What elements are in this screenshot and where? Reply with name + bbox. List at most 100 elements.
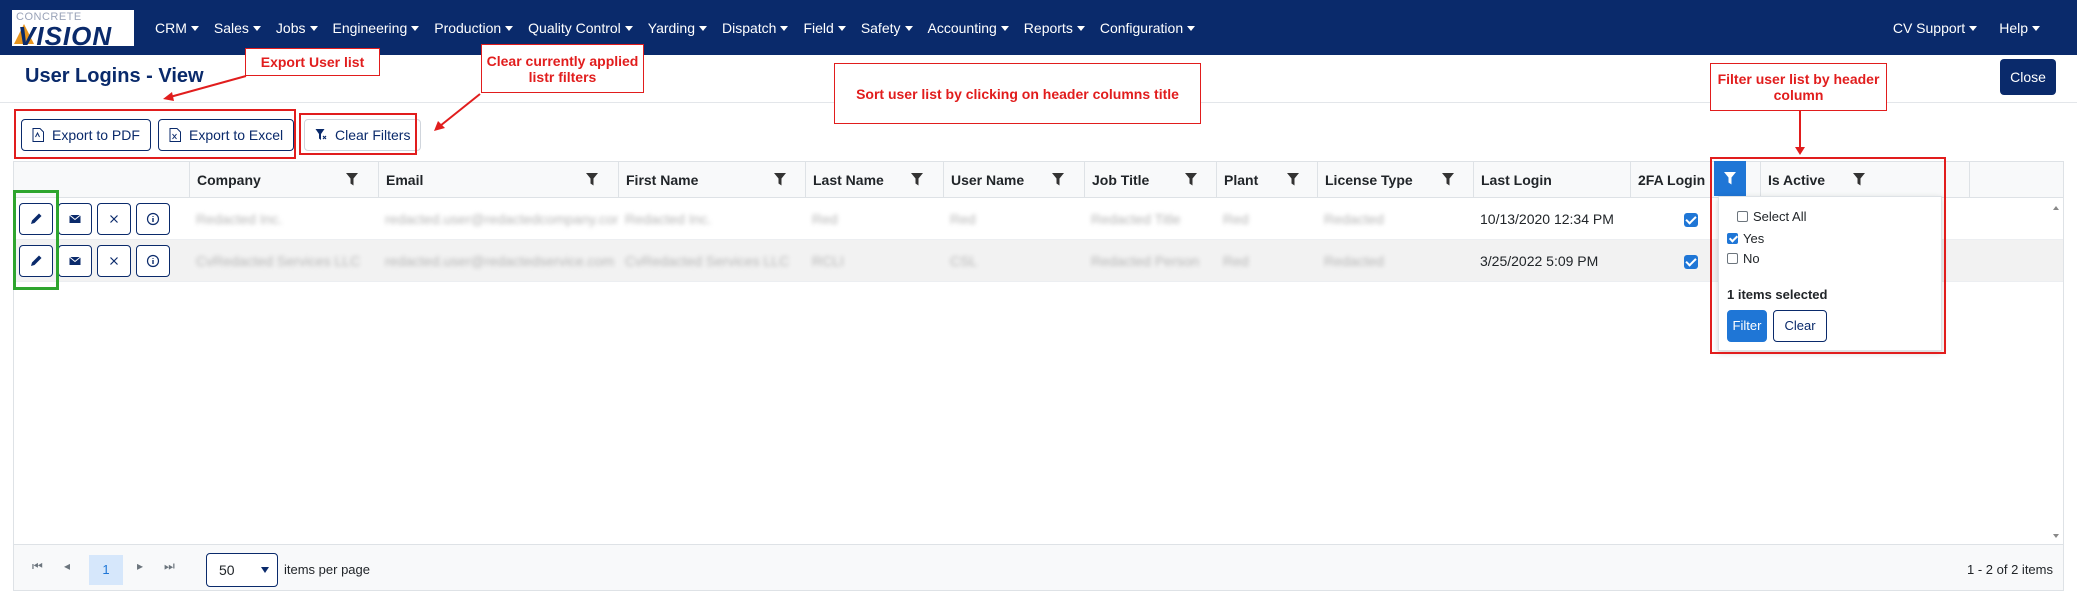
export-arrowhead	[163, 92, 174, 101]
filter-icon[interactable]	[1287, 173, 1299, 186]
nav-production[interactable]: Production	[434, 20, 513, 36]
column-title: User Name	[951, 172, 1025, 188]
column-title: Last Name	[813, 172, 884, 188]
delete-button[interactable]	[97, 203, 131, 235]
delete-button[interactable]	[97, 245, 131, 277]
page-title: User Logins - View	[25, 65, 204, 87]
cell-company: Redacted Inc.	[196, 211, 283, 227]
cell-job-title: Redacted Person	[1091, 253, 1200, 269]
cell-license-type: Redacted	[1324, 211, 1384, 227]
info-icon	[146, 212, 160, 226]
column-title: Job Title	[1092, 172, 1150, 188]
nav-jobs[interactable]: Jobs	[276, 20, 318, 36]
filter-icon[interactable]	[1052, 173, 1064, 186]
filter-icon[interactable]	[346, 173, 358, 186]
page-number-current[interactable]: 1	[89, 555, 123, 585]
nav-cv-support[interactable]: CV Support	[1893, 20, 1977, 36]
clear-arrowhead	[434, 121, 445, 131]
nav-sales[interactable]: Sales	[214, 20, 261, 36]
nav-safety[interactable]: Safety	[861, 20, 913, 36]
column-header-user-name[interactable]: User Name	[943, 162, 1084, 198]
annotation-filter: Filter user list by header column	[1710, 63, 1887, 111]
email-button[interactable]	[58, 203, 92, 235]
column-title: Plant	[1224, 172, 1259, 188]
scroll-up-arrow-icon[interactable]	[2053, 206, 2059, 210]
cell-user-name: CSL	[950, 253, 978, 269]
nav-field[interactable]: Field	[803, 20, 845, 36]
pager-info: 1 - 2 of 2 items	[1967, 562, 2053, 577]
column-title: 2FA Login	[1638, 172, 1706, 188]
info-button[interactable]	[136, 245, 170, 277]
cell-first-name: Redacted Inc.	[625, 211, 712, 227]
column-header-plant[interactable]: Plant	[1216, 162, 1317, 198]
annotation-sort: Sort user list by clicking on header col…	[834, 63, 1201, 124]
column-header-last-login[interactable]: Last Login	[1473, 162, 1630, 198]
filter-icon[interactable]	[911, 173, 923, 186]
column-title: Company	[197, 172, 261, 188]
page-size-select[interactable]: 50	[206, 553, 278, 587]
filter-icon[interactable]	[1185, 173, 1197, 186]
envelope-icon	[69, 214, 81, 223]
last-page-icon[interactable]: ⏭	[164, 559, 175, 574]
prev-page-icon[interactable]: ◂	[64, 559, 70, 573]
2fa-checkbox	[1684, 213, 1698, 227]
nav-configuration[interactable]: Configuration	[1100, 20, 1195, 36]
cell-plant: Red	[1223, 253, 1249, 269]
nav-yarding[interactable]: Yarding	[648, 20, 707, 36]
nav-dispatch[interactable]: Dispatch	[722, 20, 788, 36]
column-header-license-type[interactable]: License Type	[1317, 162, 1473, 198]
annotation-filter-frame	[1710, 157, 1946, 354]
column-title: Last Login	[1481, 172, 1552, 188]
nav-accounting[interactable]: Accounting	[928, 20, 1009, 36]
info-button[interactable]	[136, 203, 170, 235]
filter-icon[interactable]	[586, 173, 598, 186]
logo-main-text: VISION	[18, 21, 113, 51]
items-per-page-label: items per page	[284, 562, 370, 577]
cell-company: CvRedacted Services LLC	[196, 253, 361, 269]
cell-email: redacted.user@redactedservice.com	[385, 253, 614, 269]
pager: ⏮ ◂ 1 ▸ ⏭ 50 items per page 1 - 2 of 2 i…	[14, 544, 2063, 590]
annotation-clear-frame	[299, 113, 417, 155]
first-page-icon[interactable]: ⏮	[32, 559, 43, 574]
filter-arrowhead	[1795, 147, 1805, 155]
highlight-edit-buttons	[13, 190, 59, 290]
close-icon	[110, 257, 118, 265]
column-header-company[interactable]: Company	[189, 162, 378, 198]
filter-icon[interactable]	[774, 173, 786, 186]
email-button[interactable]	[58, 245, 92, 277]
cell-job-title: Redacted Title	[1091, 211, 1181, 227]
scroll-down-arrow-icon[interactable]	[2053, 534, 2059, 538]
nav-help[interactable]: Help	[1999, 20, 2040, 36]
cell-license-type: Redacted	[1324, 253, 1384, 269]
cell-first-name: CvRedacted Services LLC	[625, 253, 790, 269]
column-header-first-name[interactable]: First Name	[618, 162, 805, 198]
main-menu: CRM Sales Jobs Engineering Production Qu…	[155, 0, 1210, 55]
clear-arrow	[439, 93, 481, 127]
annotation-export-user-list: Export User list	[245, 48, 380, 76]
column-header-job-title[interactable]: Job Title	[1084, 162, 1216, 198]
cell-last-login: 10/13/2020 12:34 PM	[1480, 211, 1614, 227]
column-header-empty	[1969, 162, 2063, 198]
top-navbar: CONCRETE VISION CRM Sales Jobs Engineeri…	[0, 0, 2077, 55]
nav-reports[interactable]: Reports	[1024, 20, 1085, 36]
nav-quality-control[interactable]: Quality Control	[528, 20, 633, 36]
right-menu: CV Support Help	[1871, 0, 2040, 55]
cell-user-name: Red	[950, 211, 976, 227]
column-title: First Name	[626, 172, 699, 188]
concrete-vision-logo[interactable]: CONCRETE VISION	[12, 10, 134, 51]
nav-crm[interactable]: CRM	[155, 20, 199, 36]
column-title: License Type	[1325, 172, 1413, 188]
column-title: Email	[386, 172, 424, 188]
cell-last-login: 3/25/2022 5:09 PM	[1480, 253, 1599, 269]
column-header-last-name[interactable]: Last Name	[805, 162, 943, 198]
next-page-icon[interactable]: ▸	[137, 559, 143, 573]
envelope-icon	[69, 256, 81, 265]
2fa-checkbox	[1684, 255, 1698, 269]
cell-last-name: Red	[812, 211, 838, 227]
cell-plant: Red	[1223, 211, 1249, 227]
column-header-email[interactable]: Email	[378, 162, 618, 198]
annotation-export-frame	[14, 109, 296, 159]
close-button[interactable]: Close	[2000, 59, 2056, 95]
filter-icon[interactable]	[1442, 173, 1454, 186]
nav-engineering[interactable]: Engineering	[333, 20, 420, 36]
